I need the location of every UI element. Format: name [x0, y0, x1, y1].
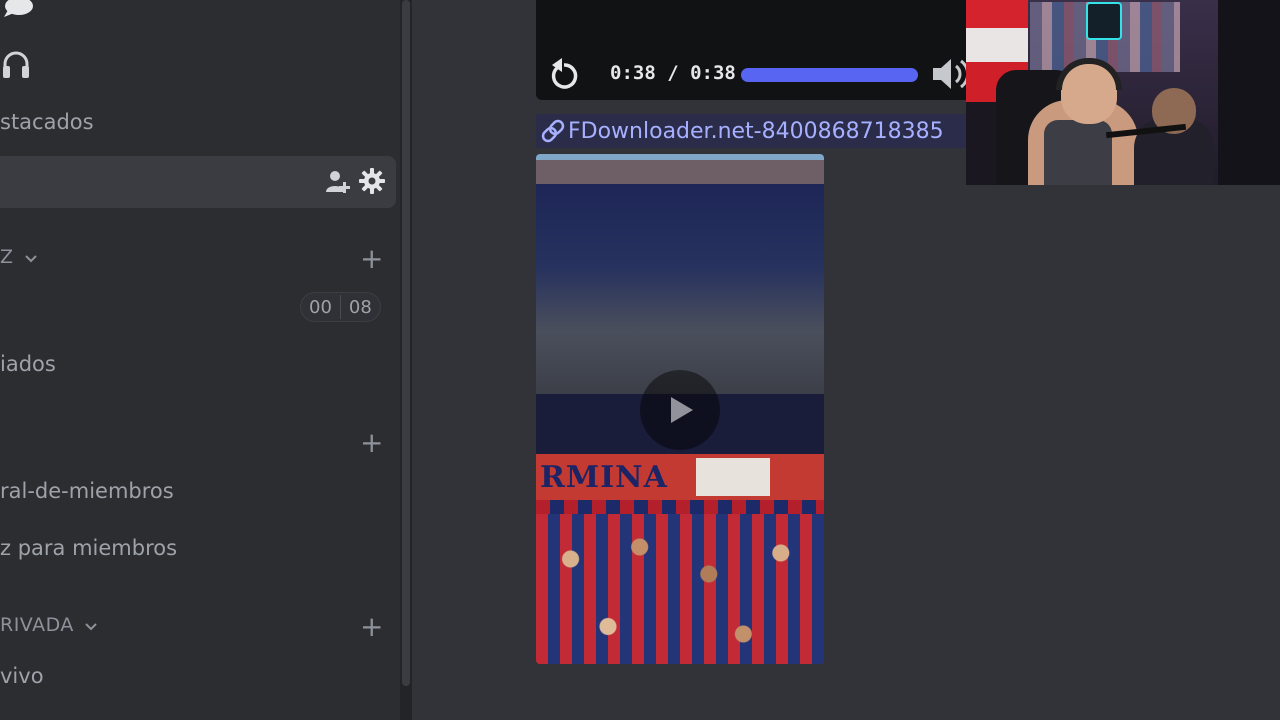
attachment-filename: FDownloader.net-8400868718385: [568, 118, 944, 144]
flag-stripe: [966, 28, 1028, 62]
add-channel-icon[interactable]: +: [360, 245, 383, 273]
stadium-roof: [536, 160, 824, 184]
headphones-icon[interactable]: [2, 50, 30, 80]
sidebar-item-label: z para miembros: [0, 536, 178, 560]
chat-bubble-icon[interactable]: [2, 0, 34, 18]
banner-sign: [696, 458, 770, 496]
sidebar-scrollbar[interactable]: [400, 0, 412, 720]
category-header[interactable]: Z: [0, 246, 38, 268]
category-label: Z: [0, 246, 14, 268]
crowd-front: [536, 514, 824, 664]
playback-time: 0:38 / 0:38: [610, 62, 736, 84]
counter-current: 00: [309, 296, 332, 318]
add-channel-icon[interactable]: +: [360, 613, 383, 641]
room-shelf: [1218, 0, 1280, 185]
neon-sign: [1086, 2, 1122, 40]
add-channel-icon[interactable]: +: [360, 429, 383, 457]
sidebar-item-en-vivo[interactable]: vivo: [0, 664, 44, 688]
streamer-shirt: [1044, 120, 1112, 185]
sidebar-item-label: ral-de-miembros: [0, 479, 174, 503]
attachment-link[interactable]: FDownloader.net-8400868718385: [536, 114, 968, 148]
sidebar-item-voz-para-miembros[interactable]: z para miembros: [0, 536, 177, 560]
category-label: RIVADA: [0, 614, 74, 636]
sidebar-item-patrociniados[interactable]: iados: [0, 352, 56, 376]
invite-user-icon[interactable]: [324, 168, 352, 196]
streamer-webcam: [966, 0, 1280, 185]
stadium-banner: RMINA: [536, 454, 824, 504]
attachment-clip-icon: [538, 116, 568, 146]
sidebar-item-destacados[interactable]: stacados: [0, 110, 94, 134]
sidebar-item-selected[interactable]: [0, 156, 396, 208]
scrollbar-thumb[interactable]: [402, 0, 410, 686]
progress-fill: [741, 68, 918, 82]
category-header[interactable]: RIVADA: [0, 614, 98, 636]
flag-stripe: [966, 0, 1028, 28]
sidebar-item-label: vivo: [0, 664, 44, 688]
audio-player: 0:38 / 0:38: [536, 0, 976, 100]
volume-icon[interactable]: [931, 56, 971, 92]
play-icon: [671, 397, 693, 423]
sidebar-item-label: stacados: [0, 110, 94, 134]
progress-bar[interactable]: [741, 68, 918, 82]
user-limit-counter: 00 08: [300, 292, 381, 322]
chevron-down-icon: [24, 250, 38, 264]
channel-sidebar: stacados Z + 00 08 iados + ral-de-miembr…: [0, 0, 400, 720]
sidebar-item-label: iados: [0, 352, 56, 376]
chevron-down-icon: [84, 618, 98, 632]
sidebar-item-general-de-miembros[interactable]: ral-de-miembros: [0, 479, 174, 503]
video-attachment[interactable]: RMINA: [536, 154, 824, 664]
play-button[interactable]: [640, 370, 720, 450]
counter-limit: 08: [348, 296, 372, 318]
gear-icon[interactable]: [358, 167, 386, 195]
banner-text: RMINA: [540, 460, 668, 495]
replay-icon[interactable]: [548, 56, 580, 92]
stadium-stands-upper: [536, 184, 824, 394]
